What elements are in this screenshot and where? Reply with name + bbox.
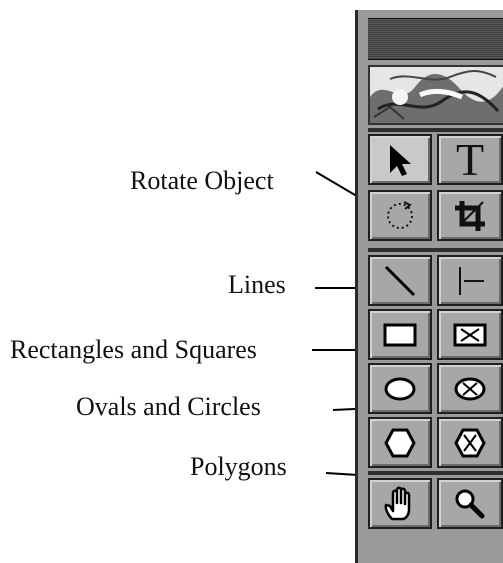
callout-ovals-and-circles: Ovals and Circles — [76, 392, 261, 421]
callout-rectangles-and-squares: Rectangles and Squares — [10, 335, 257, 364]
text-t-icon: T — [455, 133, 485, 185]
crossed-hexagon-icon — [454, 428, 486, 457]
callout-lines: Lines — [228, 270, 286, 299]
oval-tool[interactable] — [368, 363, 432, 414]
select-arrow-tool[interactable] — [368, 134, 432, 185]
thumbnail-image — [370, 67, 503, 123]
tool-palette: T — [355, 10, 503, 563]
separator — [368, 248, 503, 252]
line-tool[interactable] — [368, 255, 432, 306]
crossed-oval-icon — [454, 377, 486, 400]
perpendicular-line-icon — [459, 266, 484, 295]
magnifier-icon — [455, 489, 485, 518]
separator — [368, 128, 503, 132]
zoom-tool[interactable] — [437, 478, 503, 529]
rotate-dotted-circle-icon — [387, 200, 413, 229]
text-tool[interactable]: T — [437, 134, 503, 185]
constrained-line-tool[interactable] — [437, 255, 503, 306]
callout-polygons: Polygons — [190, 452, 287, 481]
polygon-tool[interactable] — [368, 417, 432, 468]
palette-title-bar[interactable] — [368, 18, 503, 60]
hand-icon — [384, 486, 411, 520]
image-thumbnail — [368, 65, 503, 125]
filled-hexagon-icon — [384, 428, 416, 457]
arrow-pointer-icon — [390, 144, 411, 176]
crop-icon — [455, 200, 485, 231]
filled-oval-icon — [384, 377, 416, 400]
circle-tool[interactable] — [437, 363, 503, 414]
callout-rotate-object: Rotate Object — [130, 166, 274, 195]
regular-polygon-tool[interactable] — [437, 417, 503, 468]
separator — [368, 471, 503, 475]
diagonal-line-icon — [384, 265, 416, 296]
crossed-rectangle-icon — [453, 323, 487, 346]
hand-scroll-tool[interactable] — [368, 478, 432, 529]
rotate-object-tool[interactable] — [368, 190, 432, 241]
crop-tool[interactable] — [437, 190, 503, 241]
filled-rectangle-icon — [383, 323, 417, 346]
square-tool[interactable] — [437, 309, 503, 360]
rectangle-tool[interactable] — [368, 309, 432, 360]
